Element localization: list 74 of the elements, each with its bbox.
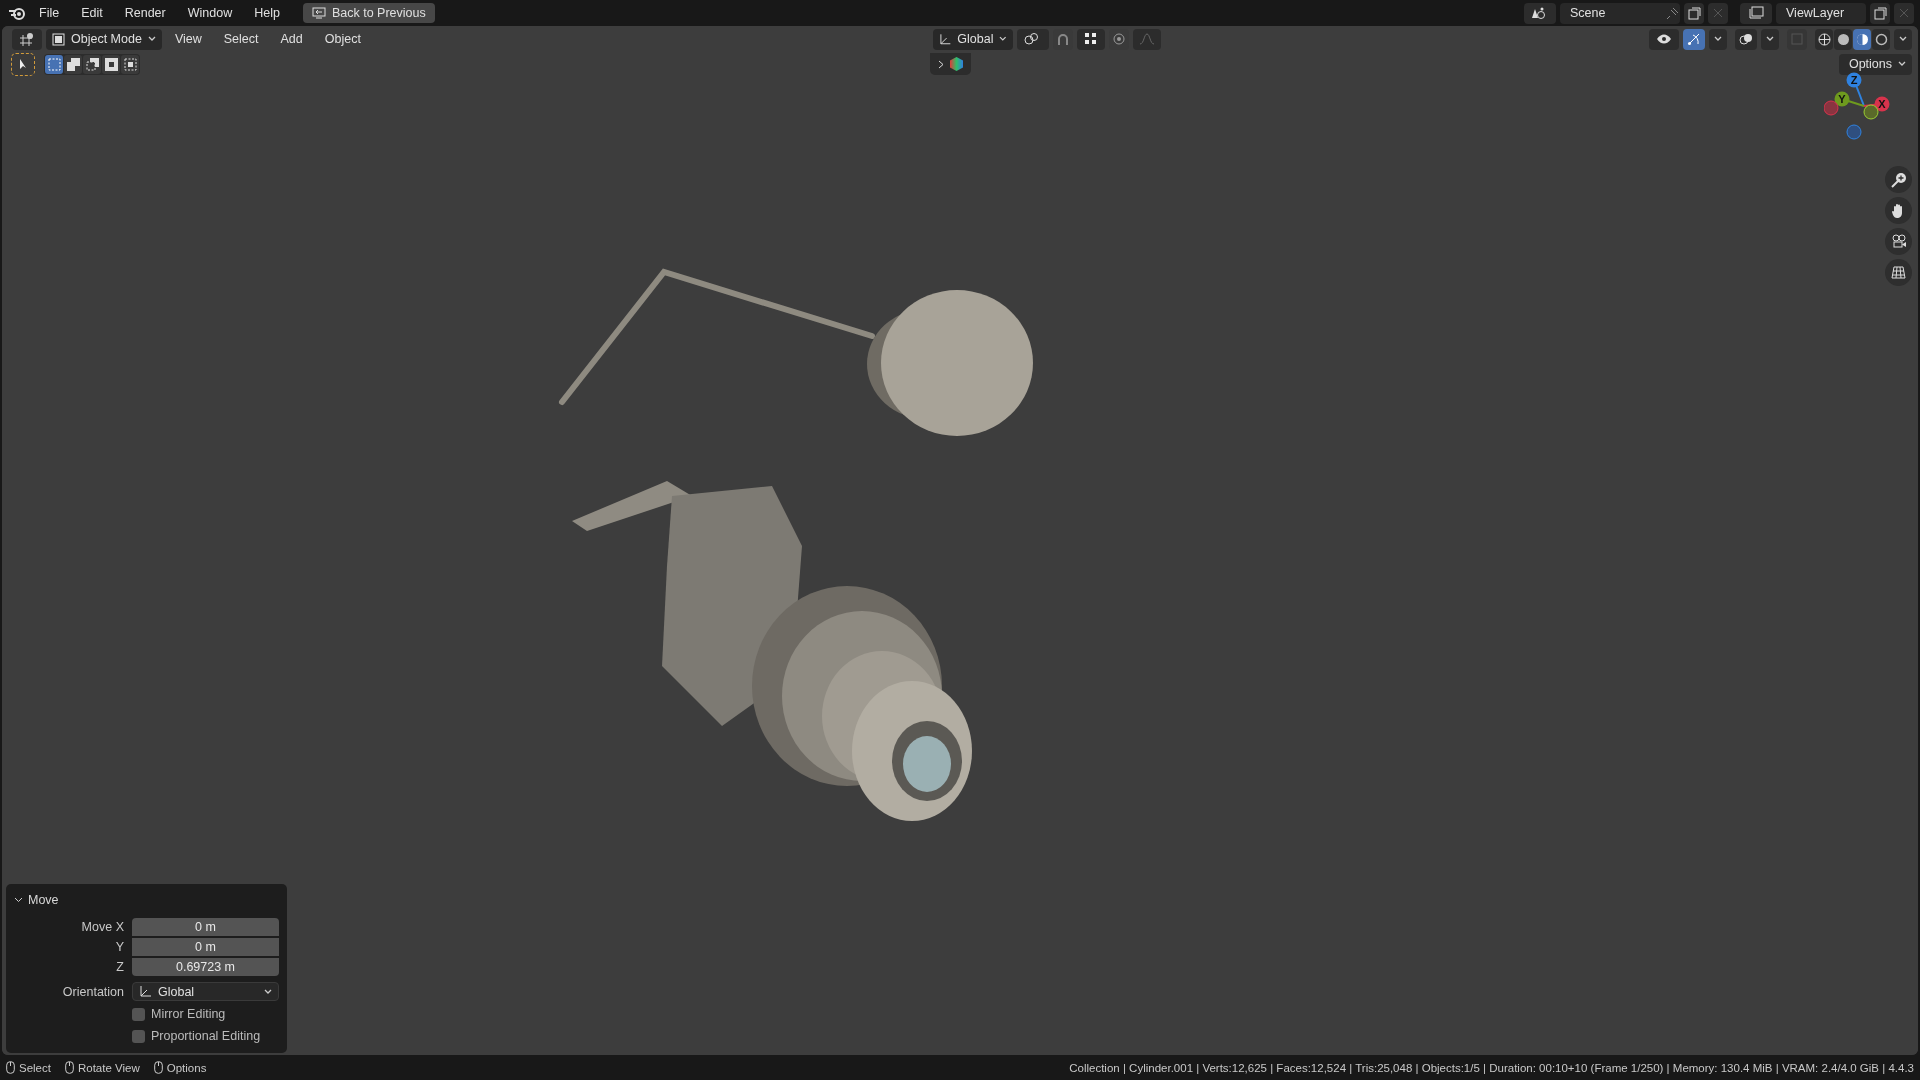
caret-icon: [1899, 36, 1907, 42]
mouse-icon: [153, 1061, 163, 1074]
field-label: Z: [115, 960, 124, 974]
hexagon-icon[interactable]: [950, 57, 963, 71]
caret-icon: [264, 988, 272, 995]
status-hint: Options: [166, 1061, 207, 1074]
editor-type-icon[interactable]: [19, 32, 35, 46]
wireframe-shading-icon[interactable]: [1817, 32, 1831, 46]
caret-icon: [1766, 36, 1774, 42]
view-layer-field[interactable]: ViewLayer: [1776, 2, 1866, 24]
axes-icon: [139, 985, 152, 998]
app-logo-icon[interactable]: [8, 6, 26, 20]
number-field[interactable]: 0 m: [132, 918, 279, 936]
orientation-dropdown[interactable]: Global: [132, 982, 279, 1001]
grid-icon[interactable]: [1891, 266, 1906, 279]
checkbox-label: Proportional Editing: [151, 1029, 261, 1043]
axis-handle[interactable]: [1846, 124, 1862, 140]
caret-icon: [1714, 36, 1722, 42]
snap-grid-icon[interactable]: [1085, 33, 1097, 45]
axis-handle[interactable]: [1863, 104, 1879, 120]
overlay-icon[interactable]: [1739, 32, 1753, 46]
checkbox[interactable]: [132, 1029, 145, 1043]
checkbox[interactable]: [132, 1007, 145, 1021]
field-label: Move X: [80, 920, 124, 934]
number-field[interactable]: 0 m: [132, 938, 279, 956]
cube-icon: [52, 32, 65, 46]
new-layer-icon[interactable]: [1873, 6, 1887, 20]
menu-item[interactable]: Window: [178, 3, 242, 23]
menu-item[interactable]: Add: [271, 29, 312, 49]
menu-item[interactable]: Object: [315, 29, 370, 49]
axis-handle[interactable]: [1824, 100, 1839, 116]
new-scene-icon[interactable]: [1687, 6, 1701, 20]
status-hint: Select: [19, 1061, 51, 1074]
chevron-icon: [14, 897, 23, 903]
mode-dropdown[interactable]: Object Mode: [46, 28, 162, 50]
menu-item[interactable]: Render: [115, 3, 175, 23]
select-tool-icon[interactable]: [18, 58, 28, 70]
invert-selection-icon[interactable]: [104, 57, 118, 71]
axes-icon: [939, 32, 952, 46]
menu-item[interactable]: Edit: [72, 3, 112, 23]
back-button[interactable]: Back to Previous: [302, 3, 435, 23]
expand-icon[interactable]: [938, 59, 944, 69]
magnet-icon[interactable]: [1057, 32, 1069, 46]
extend-selection-icon[interactable]: [66, 57, 80, 71]
caret-icon: [147, 36, 156, 42]
mouse-icon: [6, 1061, 15, 1074]
checkbox-label: Mirror Editing: [151, 1007, 226, 1021]
zoom-icon[interactable]: [1890, 171, 1907, 188]
menu-item[interactable]: View: [165, 29, 211, 49]
camera-icon[interactable]: [1890, 234, 1907, 249]
menu-item[interactable]: Help: [245, 3, 289, 23]
panel-header[interactable]: Move: [14, 890, 279, 910]
status-info: Collection | Cylinder.001 | Verts:12,625 | Faces:12,524 | Tris:25,048 | Objects:1/5 | Duration: 00:10+10 (Frame 1/250) | Memory: 130.4 MiB | VRAM: 2.4/4.0 GiB | 4.4.3: [1069, 1061, 1914, 1074]
material-shading-icon[interactable]: [1855, 32, 1869, 46]
field-label: Y: [114, 940, 124, 954]
monitor-icon: [311, 7, 326, 19]
caret-icon: [1898, 61, 1906, 67]
mouse-icon: [64, 1061, 74, 1074]
rendered-shading-icon[interactable]: [1874, 32, 1888, 46]
caret-icon: [999, 36, 1007, 42]
subtract-selection-icon[interactable]: [85, 57, 99, 71]
number-field[interactable]: 0.69723 m: [132, 958, 279, 976]
solid-shading-icon[interactable]: [1836, 32, 1850, 46]
intersect-selection-icon[interactable]: [123, 57, 137, 71]
visibility-icon[interactable]: [1656, 33, 1672, 45]
proportional-icon[interactable]: [1113, 33, 1125, 45]
status-hint: Rotate View: [77, 1061, 140, 1074]
scene-field[interactable]: Scene: [1560, 2, 1680, 24]
menu-item[interactable]: File: [30, 3, 69, 23]
menu-item[interactable]: Select: [214, 29, 268, 49]
layers-icon[interactable]: [1748, 6, 1764, 20]
field-label: Orientation: [61, 984, 124, 999]
orientation-dropdown[interactable]: Global: [933, 28, 1013, 50]
gizmo-toggle-icon[interactable]: [1687, 32, 1701, 46]
